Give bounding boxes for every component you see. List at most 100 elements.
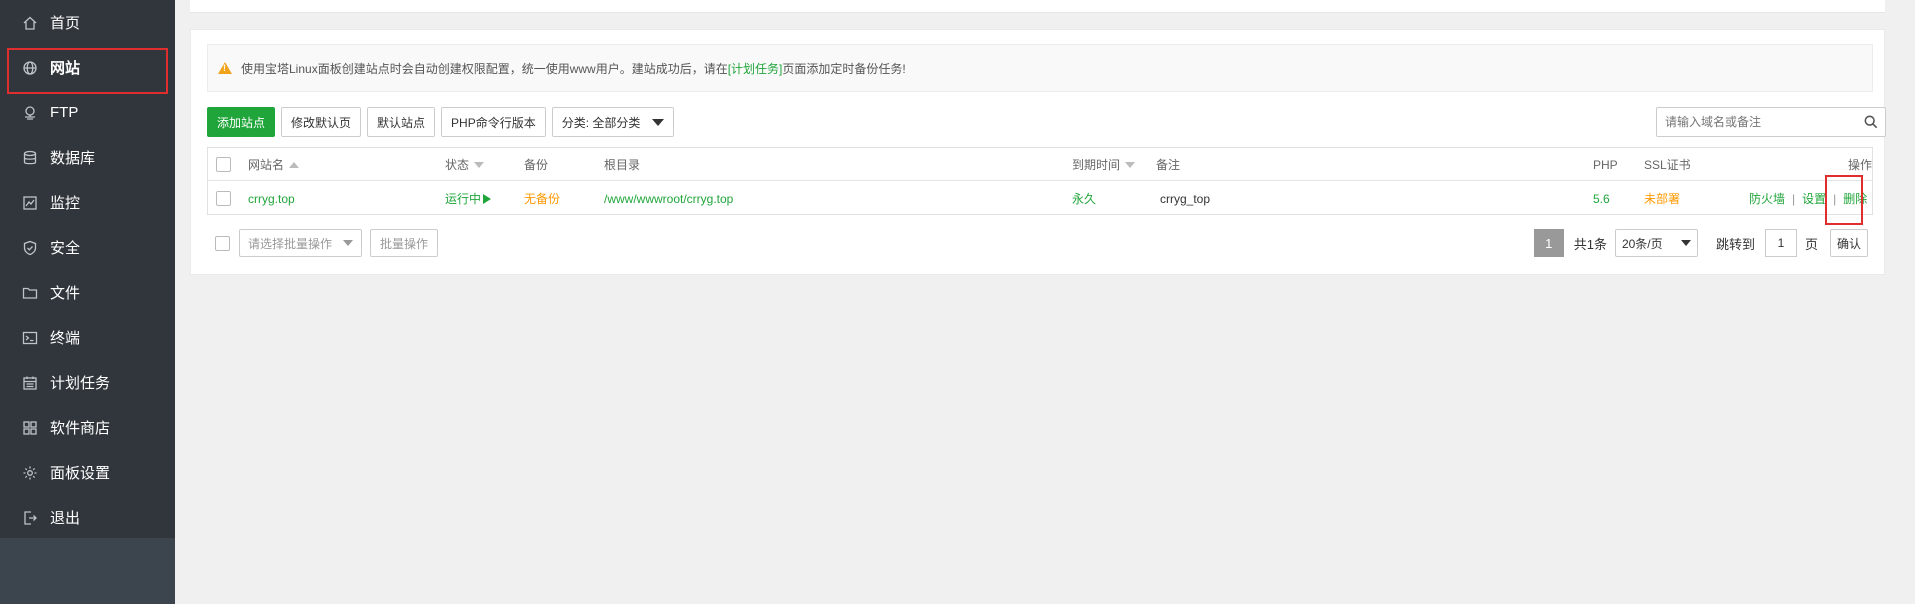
sidebar-item-label: 网站	[50, 60, 81, 77]
batch-bar: 请选择批量操作 批量操作	[207, 229, 439, 257]
settings-link[interactable]: 设置	[1802, 190, 1826, 207]
pagination: 1 共1条 20条/页 跳转到 1 页 确认	[1533, 229, 1868, 257]
header-action: 操作	[1848, 158, 1873, 172]
status-toggle[interactable]: 运行中	[445, 182, 492, 215]
search-input[interactable]	[1657, 108, 1857, 136]
edit-default-page-button[interactable]: 修改默认页	[281, 107, 362, 137]
header-php: PHP	[1593, 157, 1618, 172]
action-separator: |	[1792, 191, 1796, 206]
header-expire-label: 到期时间	[1072, 158, 1121, 172]
sidebar-item-label: 安全	[50, 240, 81, 257]
ftp-icon	[22, 105, 38, 121]
page-number-current[interactable]: 1	[1533, 229, 1564, 257]
notice-text-tail: 页面添加定时备份任务!	[782, 61, 906, 76]
page-unit-label: 页	[1804, 236, 1818, 252]
batch-select-label: 请选择批量操作	[248, 236, 333, 251]
cron-link[interactable]: [计划任务]	[728, 60, 783, 77]
header-root: 根目录	[604, 158, 641, 172]
top-card	[190, 0, 1885, 13]
sidebar-item-security[interactable]: 安全	[0, 225, 175, 270]
logout-icon	[22, 510, 38, 526]
warning-icon	[218, 62, 232, 74]
sidebar-item-label: 文件	[50, 285, 81, 302]
chevron-down-icon	[1680, 240, 1691, 246]
per-page-select[interactable]: 20条/页	[1614, 229, 1698, 257]
status-label: 运行中	[445, 192, 482, 206]
sidebar-item-app-store[interactable]: 软件商店	[0, 405, 175, 450]
sidebar-item-monitor[interactable]: 监控	[0, 180, 175, 225]
sidebar-item-label: FTP	[50, 104, 79, 121]
globe-icon	[22, 60, 38, 76]
notice-bar: 使用宝塔Linux面板创建站点时会自动创建权限配置，统一使用www用户。建站成功…	[207, 44, 1873, 92]
category-select-label: 分类: 全部分类	[561, 115, 641, 130]
play-icon	[483, 193, 492, 204]
sidebar-item-database[interactable]: 数据库	[0, 135, 175, 180]
header-remark: 备注	[1156, 158, 1181, 172]
sidebar-item-label: 退出	[50, 510, 81, 527]
default-site-button[interactable]: 默认站点	[367, 107, 436, 137]
terminal-icon	[22, 330, 38, 346]
sidebar-item-label: 数据库	[50, 150, 96, 167]
toolbar: 添加站点 修改默认页 默认站点 PHP命令行版本 分类: 全部分类	[207, 107, 675, 137]
sidebar-item-files[interactable]: 文件	[0, 270, 175, 315]
sidebar-item-home[interactable]: 首页	[0, 0, 175, 45]
sidebar-item-terminal[interactable]: 终端	[0, 315, 175, 360]
site-panel: 使用宝塔Linux面板创建站点时会自动创建权限配置，统一使用www用户。建站成功…	[190, 29, 1886, 275]
php-version-link[interactable]: 5.6	[1593, 182, 1610, 215]
sidebar: 首页 网站 FTP 数据库 监控 安全 文件 终端 计划任务 软件商店 面板设置…	[0, 0, 175, 604]
chevron-down-icon	[652, 118, 665, 126]
select-all-checkbox[interactable]	[216, 157, 231, 172]
firewall-link[interactable]: 防火墙	[1749, 190, 1785, 207]
table-header: 网站名 状态 备份 根目录 到期时间 备注 PHP SSL证书 操作	[208, 148, 1872, 181]
header-status[interactable]: 状态	[445, 148, 485, 181]
action-separator: |	[1833, 191, 1837, 206]
per-page-label: 20条/页	[1621, 236, 1663, 251]
header-name-label: 网站名	[248, 158, 285, 172]
batch-operation-button[interactable]: 批量操作	[370, 229, 439, 257]
sidebar-item-ftp[interactable]: FTP	[0, 90, 175, 135]
php-cli-version-button[interactable]: PHP命令行版本	[441, 107, 546, 137]
root-dir-link[interactable]: /www/wwwroot/crryg.top	[604, 182, 733, 215]
sort-down-icon	[1125, 161, 1136, 168]
site-name-link[interactable]: crryg.top	[248, 182, 295, 215]
add-site-button[interactable]: 添加站点	[207, 107, 276, 137]
backup-link[interactable]: 无备份	[524, 182, 560, 215]
chevron-down-icon	[343, 240, 353, 246]
sidebar-item-logout[interactable]: 退出	[0, 495, 175, 540]
jump-page-input[interactable]: 1	[1764, 229, 1797, 257]
confirm-jump-button[interactable]: 确认	[1829, 229, 1868, 257]
expire-link[interactable]: 永久	[1072, 182, 1096, 215]
sidebar-item-label: 首页	[50, 15, 81, 32]
header-expire[interactable]: 到期时间	[1072, 148, 1136, 181]
ssl-status-link[interactable]: 未部署	[1644, 182, 1680, 215]
search-icon[interactable]	[1857, 115, 1885, 129]
row-actions: 防火墙 | 设置 | 删除	[1749, 182, 1867, 215]
calendar-icon	[22, 375, 38, 391]
sidebar-item-label: 面板设置	[50, 465, 111, 482]
database-icon	[22, 150, 38, 166]
home-icon	[22, 15, 38, 31]
apps-icon	[22, 420, 38, 436]
delete-link[interactable]: 删除	[1843, 190, 1867, 207]
header-name[interactable]: 网站名	[248, 148, 300, 181]
header-ssl: SSL证书	[1644, 158, 1691, 172]
sidebar-item-panel-settings[interactable]: 面板设置	[0, 450, 175, 495]
monitor-icon	[22, 195, 38, 211]
table-row: crryg.top 运行中 无备份 /www/wwwroot/crryg.top…	[208, 175, 1872, 225]
jump-label: 跳转到	[1715, 236, 1755, 252]
sidebar-item-label: 软件商店	[50, 420, 111, 437]
row-checkbox[interactable]	[216, 191, 231, 206]
folder-icon	[22, 285, 38, 301]
batch-operation-select[interactable]: 请选择批量操作	[239, 229, 362, 257]
sidebar-item-cron[interactable]: 计划任务	[0, 360, 175, 405]
search-box	[1656, 107, 1886, 137]
header-status-label: 状态	[445, 158, 470, 172]
bottom-select-all-checkbox[interactable]	[215, 235, 230, 251]
remark-field[interactable]: crryg_top	[1160, 182, 1210, 215]
notice-text: 使用宝塔Linux面板创建站点时会自动创建权限配置，统一使用www用户。建站成功…	[241, 61, 728, 76]
sidebar-nav: 首页 网站 FTP 数据库 监控 安全 文件 终端 计划任务 软件商店 面板设置…	[0, 0, 175, 538]
header-backup: 备份	[524, 158, 549, 172]
sidebar-item-website[interactable]: 网站	[0, 45, 175, 94]
shield-icon	[22, 240, 38, 256]
category-select[interactable]: 分类: 全部分类	[551, 107, 675, 137]
